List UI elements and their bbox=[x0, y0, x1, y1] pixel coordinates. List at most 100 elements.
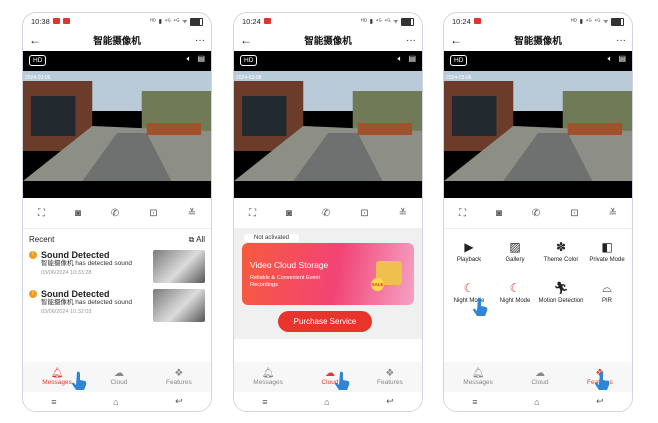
video-player[interactable]: HD 🔈︎ ▤ 2024-03-06 bbox=[444, 51, 632, 198]
video-player[interactable]: HD 🔈︎ ▤ 2024-03-06 bbox=[23, 51, 211, 198]
recent-header: Recent ⧉ All bbox=[23, 229, 211, 247]
cloud-icon: ☁ bbox=[113, 368, 124, 379]
event-time: 03/06/2024 10:33:28 bbox=[41, 270, 92, 276]
feature-pir[interactable]: ⌓ PIR bbox=[584, 280, 630, 305]
page-title: 智能摄像机 bbox=[514, 36, 562, 47]
screenshot-icon[interactable]: ◙ bbox=[75, 208, 81, 219]
feature-theme-color[interactable]: ✽ Theme Color bbox=[538, 239, 584, 264]
tab-cloud[interactable]: ☁ Cloud bbox=[110, 368, 127, 386]
speaker-icon[interactable]: 🔈︎ bbox=[608, 54, 613, 64]
speaker-icon[interactable]: 🔈︎ bbox=[187, 54, 192, 64]
expand-icon[interactable]: ≚ bbox=[609, 208, 617, 219]
fullscreen-icon[interactable]: ⛶ bbox=[459, 208, 466, 219]
page-title: 智能摄像机 bbox=[93, 36, 141, 47]
video-player[interactable]: HD 🔈︎ ▤ 2024-03-06 bbox=[234, 51, 422, 198]
hd-toggle[interactable]: HD bbox=[240, 55, 258, 66]
tab-features[interactable]: ❖Features bbox=[166, 368, 192, 386]
home-icon[interactable]: ⌂ bbox=[113, 397, 118, 407]
feature-motion-detection[interactable]: 🏃︎ Motion Detection bbox=[538, 280, 584, 305]
expand-icon[interactable]: ≚ bbox=[399, 208, 407, 219]
fullscreen-icon[interactable]: ⛶ bbox=[249, 208, 256, 219]
features-icon: ❖ bbox=[174, 368, 184, 379]
feature-playback[interactable]: ▶ Playback bbox=[446, 239, 492, 264]
menu-icon[interactable]: ≡ bbox=[472, 397, 477, 407]
tab-cloud[interactable]: ☁ Cloud bbox=[531, 368, 548, 386]
app-bar: ← 智能摄像机 ··· bbox=[23, 29, 211, 51]
battery-icon bbox=[190, 17, 203, 26]
record-icon[interactable]: ⊡ bbox=[149, 208, 157, 219]
battery-icon bbox=[611, 17, 624, 26]
event-thumbnail[interactable] bbox=[153, 289, 205, 322]
hand-pointer-icon bbox=[72, 371, 87, 390]
feature-night-mode-2[interactable]: ☾ Night Mode bbox=[492, 280, 538, 305]
shield-icon: ◧ bbox=[601, 240, 613, 254]
more-options-icon[interactable]: ··· bbox=[400, 35, 416, 46]
tab-features[interactable]: ❖Features bbox=[377, 368, 403, 386]
call-icon[interactable]: ✆ bbox=[322, 208, 330, 219]
home-icon[interactable]: ⌂ bbox=[534, 397, 539, 407]
back-arrow-icon[interactable]: ← bbox=[450, 33, 466, 47]
cloud-storage-banner[interactable]: Video Cloud Storage Reliable & Convenien… bbox=[242, 243, 414, 305]
alert-icon: ! bbox=[29, 251, 37, 259]
sale-badge: SALE bbox=[371, 278, 384, 291]
banner-title: Video Cloud Storage bbox=[250, 260, 329, 270]
menu-icon[interactable]: ≡ bbox=[262, 397, 267, 407]
bell-icon: 🔔︎ bbox=[471, 368, 485, 379]
status-bar: 10:38 ᴴᴰ ▮ ⁴ᴳ ⁴ᴳ ᯤ bbox=[23, 13, 211, 29]
menu-icon[interactable]: ≡ bbox=[51, 397, 56, 407]
record-icon[interactable]: ⊡ bbox=[360, 208, 368, 219]
camera-toolbar: ⛶ ◙ ✆ ⊡ ≚ bbox=[23, 198, 211, 229]
not-activated-badge: Not activated bbox=[244, 234, 300, 242]
layout-icon[interactable]: ▤ bbox=[618, 54, 626, 64]
hand-pointer-icon bbox=[595, 371, 610, 390]
video-timestamp: 2024-03-06 bbox=[236, 75, 262, 81]
event-item[interactable]: ! Sound Detected 智能摄像机 has detected soun… bbox=[23, 247, 211, 286]
camera-toolbar: ⛶ ◙ ✆ ⊡ ≚ bbox=[444, 198, 632, 229]
call-icon[interactable]: ✆ bbox=[111, 208, 119, 219]
event-thumbnail[interactable] bbox=[153, 250, 205, 283]
call-icon[interactable]: ✆ bbox=[532, 208, 540, 219]
event-item[interactable]: ! Sound Detected 智能摄像机 has detected soun… bbox=[23, 286, 211, 325]
all-events-link[interactable]: ⧉ All bbox=[189, 235, 205, 245]
event-description: 智能摄像机 has detected sound bbox=[41, 260, 133, 267]
screenshot-icon[interactable]: ◙ bbox=[286, 208, 292, 219]
more-options-icon[interactable]: ··· bbox=[610, 35, 626, 46]
hd-toggle[interactable]: HD bbox=[450, 55, 468, 66]
event-title: Sound Detected bbox=[41, 289, 110, 299]
layout-icon[interactable]: ▤ bbox=[408, 54, 416, 64]
back-arrow-icon[interactable]: ← bbox=[240, 33, 256, 47]
expand-icon[interactable]: ≚ bbox=[188, 208, 196, 219]
camera-feed-image bbox=[23, 71, 211, 181]
purchase-service-button[interactable]: Purchase Service bbox=[278, 311, 372, 332]
fullscreen-icon[interactable]: ⛶ bbox=[38, 208, 45, 219]
gallery-icon: ▨ bbox=[509, 240, 521, 254]
more-options-icon[interactable]: ··· bbox=[189, 35, 205, 46]
hand-pointer-icon bbox=[473, 297, 488, 316]
hd-toggle[interactable]: HD bbox=[29, 55, 47, 66]
status-time: 10:38 bbox=[31, 16, 50, 26]
status-time: 10:24 bbox=[242, 16, 261, 26]
status-bar: 10:24 ᴴᴰ ▮ ⁴ᴳ ⁴ᴳ ᯤ bbox=[234, 13, 422, 29]
tab-messages[interactable]: 🔔︎ Messages bbox=[463, 368, 493, 386]
tab-messages[interactable]: 🔔︎ Messages bbox=[42, 368, 72, 386]
feature-private-mode[interactable]: ◧ Private Mode bbox=[584, 239, 630, 264]
layout-icon[interactable]: ▤ bbox=[197, 54, 205, 64]
back-icon[interactable]: ↩ bbox=[596, 396, 604, 407]
status-bar: 10:24 ᴴᴰ ▮ ⁴ᴳ ⁴ᴳ ᯤ bbox=[444, 13, 632, 29]
back-icon[interactable]: ↩ bbox=[175, 396, 183, 407]
back-icon[interactable]: ↩ bbox=[386, 396, 394, 407]
feature-gallery[interactable]: ▨ Gallery bbox=[492, 239, 538, 264]
phone-screen-features: 10:24 ᴴᴰ ▮ ⁴ᴳ ⁴ᴳ ᯤ ← 智能摄像机 ··· HD 🔈︎ ▤ 20… bbox=[443, 12, 633, 412]
tab-messages[interactable]: 🔔︎ Messages bbox=[253, 368, 283, 386]
back-arrow-icon[interactable]: ← bbox=[29, 33, 45, 47]
notification-icon bbox=[62, 18, 70, 24]
record-icon[interactable]: ⊡ bbox=[570, 208, 578, 219]
screenshot-icon[interactable]: ◙ bbox=[496, 208, 502, 219]
system-nav: ≡ ⌂ ↩ bbox=[234, 392, 422, 411]
home-icon[interactable]: ⌂ bbox=[324, 397, 329, 407]
camera-toolbar: ⛶ ◙ ✆ ⊡ ≚ bbox=[234, 198, 422, 229]
night-mode-icon: ☾ bbox=[463, 281, 475, 295]
bell-icon: 🔔︎ bbox=[50, 368, 64, 379]
speaker-icon[interactable]: 🔈︎ bbox=[398, 54, 403, 64]
features-grid: ▶ Playback ▨ Gallery ✽ Theme Color ◧ Private… bbox=[444, 229, 632, 305]
